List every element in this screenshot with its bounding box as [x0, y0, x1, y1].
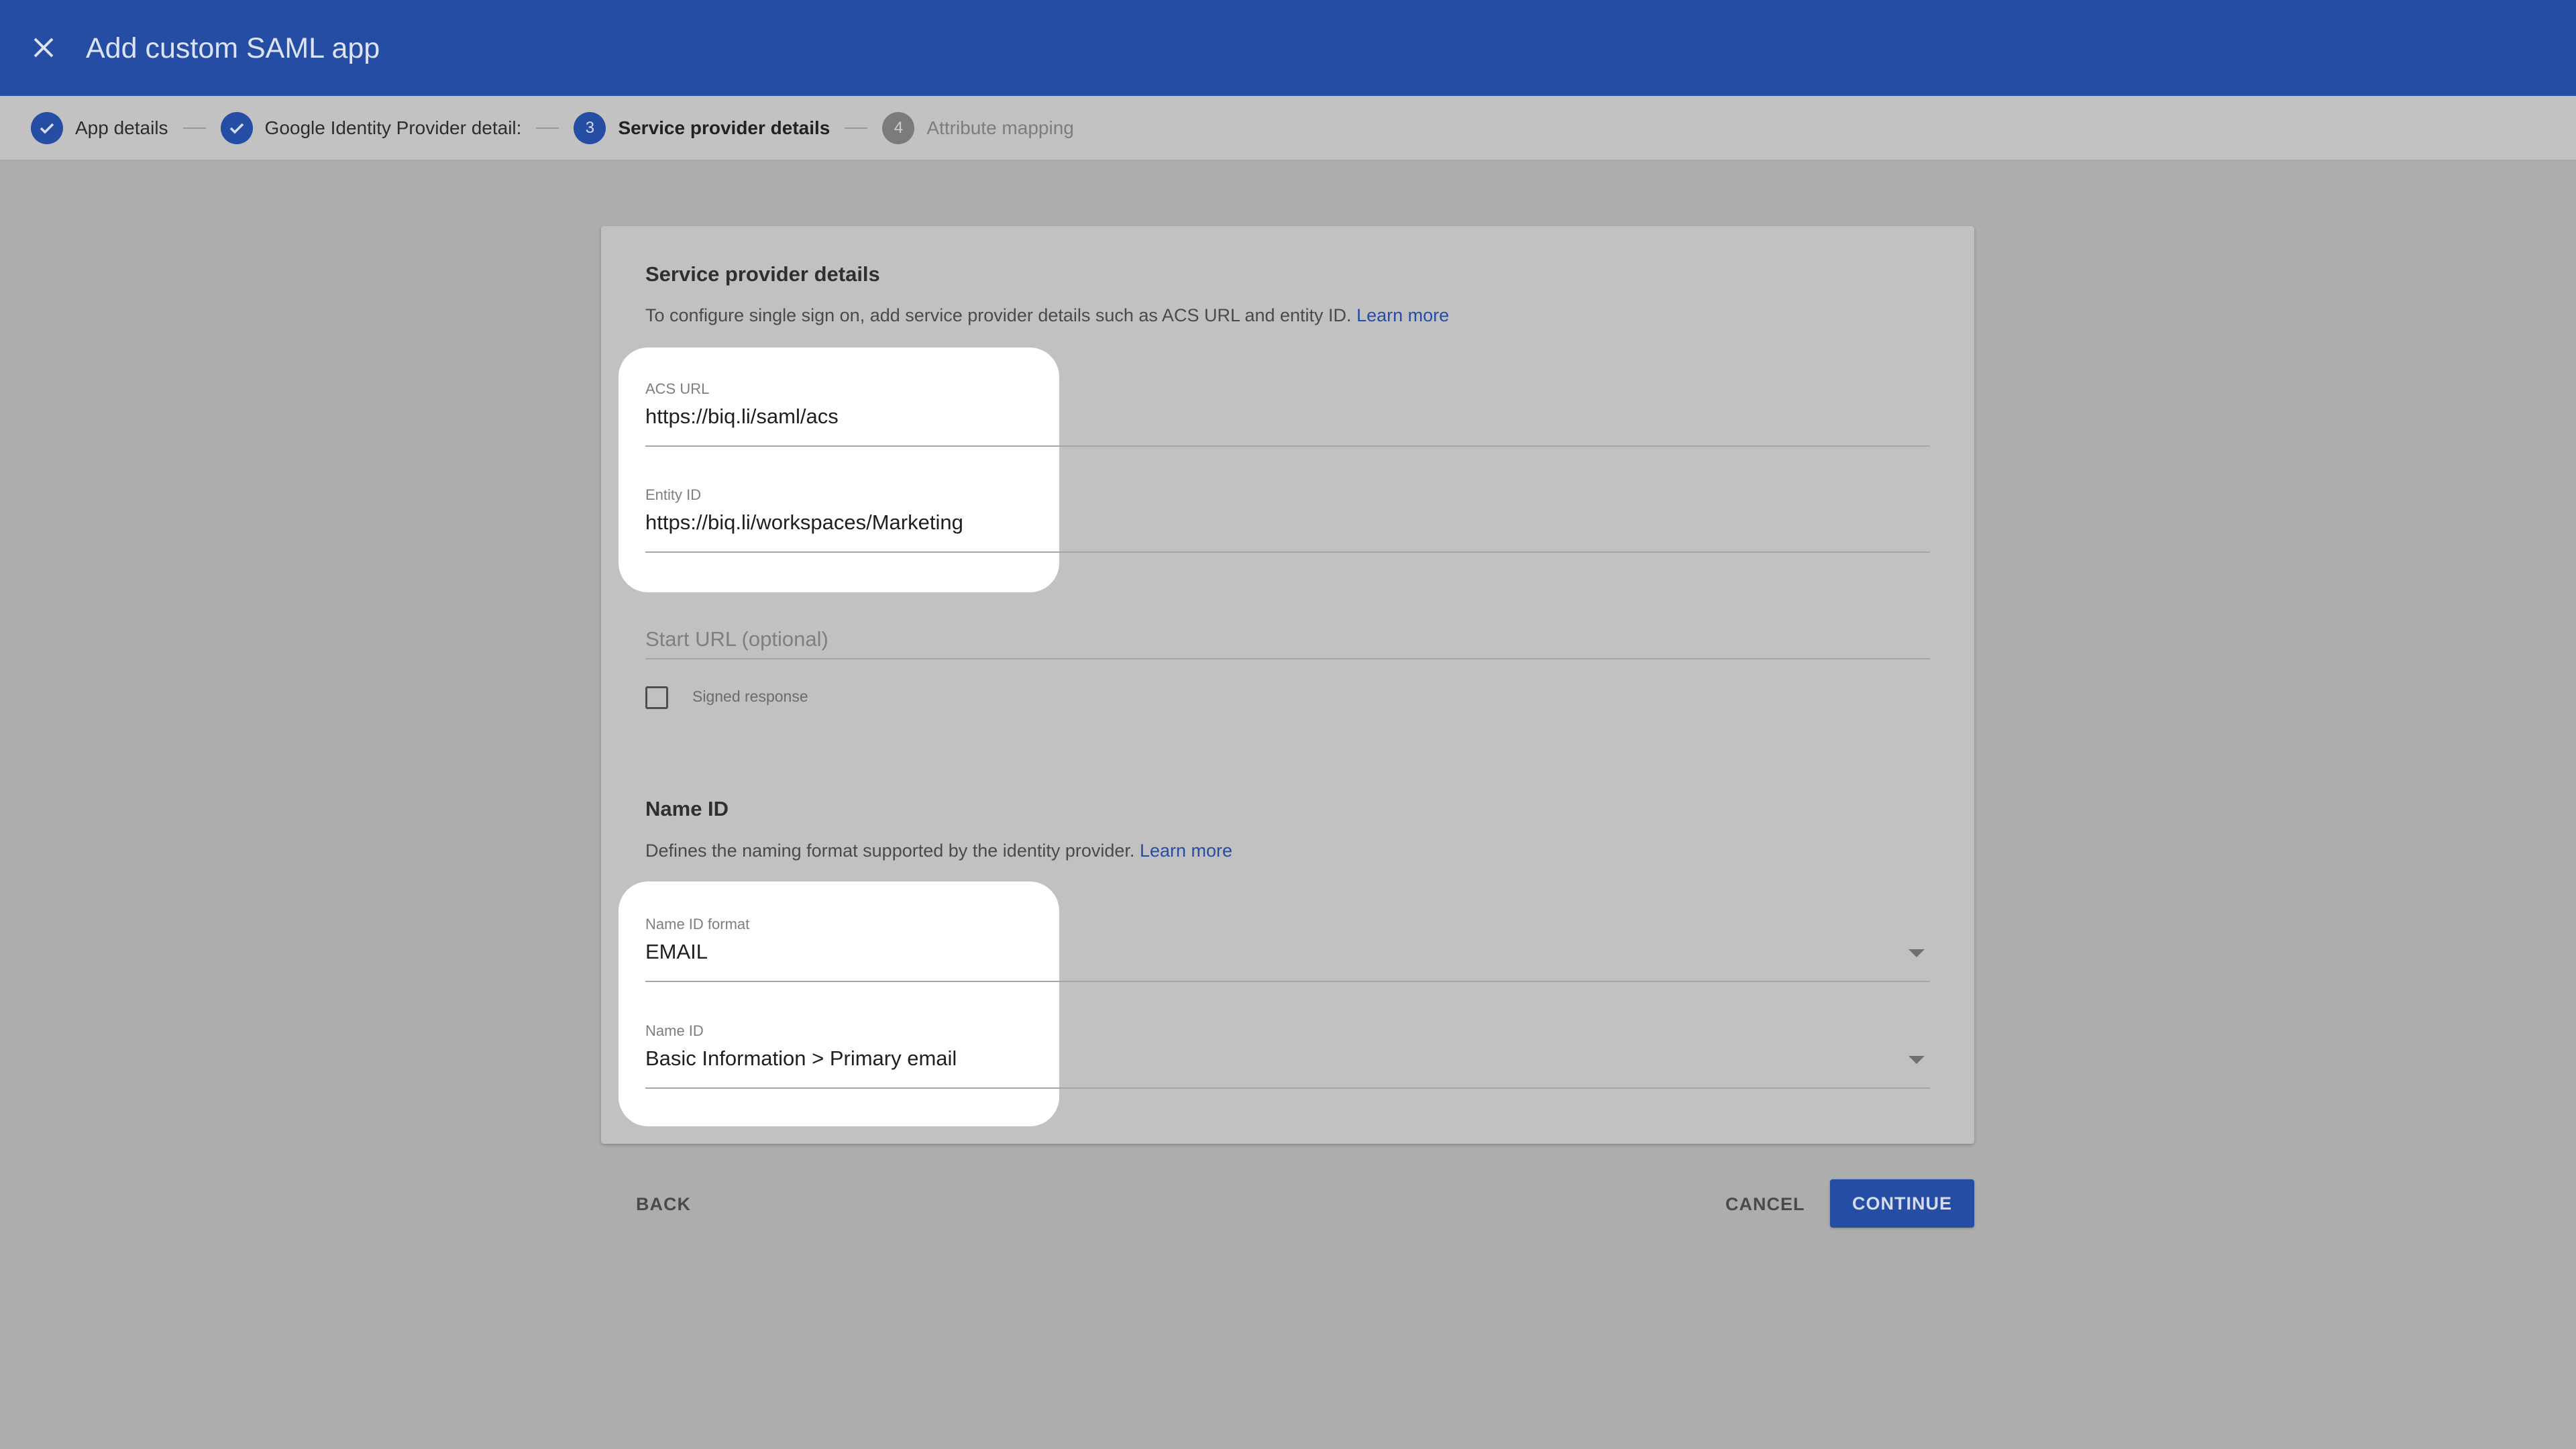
start-url-field[interactable]: Start URL (optional) — [645, 627, 1930, 661]
step-label: Google Identity Provider detail: — [264, 117, 522, 138]
app-header: Add custom SAML app — [0, 0, 2576, 96]
back-button[interactable]: BACK — [623, 1180, 704, 1228]
entity-id-field[interactable]: Entity ID https://biq.li/workspaces/Mark… — [645, 486, 1930, 556]
section-title-service-provider: Service provider details — [645, 262, 880, 286]
field-underline — [645, 1087, 1930, 1089]
learn-more-link[interactable]: Learn more — [1356, 305, 1449, 325]
step-label: Attribute mapping — [926, 117, 1074, 138]
name-id-format-select[interactable]: Name ID format EMAIL — [645, 916, 1930, 985]
step-separator — [182, 127, 206, 129]
section-description: Defines the naming format supported by t… — [645, 841, 1233, 861]
step-done-circle — [31, 111, 63, 144]
dropdown-arrow-icon[interactable] — [1909, 1056, 1925, 1064]
step-separator — [845, 127, 868, 129]
step-label: Service provider details — [618, 117, 830, 138]
signed-response-checkbox[interactable] — [645, 686, 668, 709]
cancel-button[interactable]: CANCEL — [1712, 1180, 1819, 1228]
step-done-circle — [220, 111, 253, 144]
field-label: ACS URL — [645, 380, 710, 397]
step-service-provider-details[interactable]: 3 Service provider details — [574, 111, 830, 144]
name-id-format-value[interactable]: EMAIL — [645, 940, 708, 964]
step-attribute-mapping[interactable]: 4 Attribute mapping — [882, 111, 1074, 144]
signed-response-label: Signed response — [692, 688, 808, 705]
continue-button[interactable]: CONTINUE — [1830, 1179, 1974, 1228]
name-id-value[interactable]: Basic Information > Primary email — [645, 1046, 957, 1071]
field-label: Entity ID — [645, 486, 702, 503]
close-icon — [34, 38, 54, 58]
close-button[interactable] — [27, 31, 60, 64]
step-number-circle: 3 — [574, 111, 606, 144]
start-url-input[interactable]: Start URL (optional) — [645, 627, 828, 651]
section-title-name-id: Name ID — [645, 797, 729, 820]
stepper: App details Google Identity Provider det… — [0, 96, 2576, 161]
field-underline — [645, 551, 1930, 553]
entity-id-input[interactable]: https://biq.li/workspaces/Marketing — [645, 511, 963, 535]
acs-url-field[interactable]: ACS URL https://biq.li/saml/acs — [645, 380, 1930, 450]
service-provider-card: Service provider details To configure si… — [601, 226, 1974, 1144]
field-label: Name ID — [645, 1022, 704, 1039]
page-title: Add custom SAML app — [86, 32, 380, 64]
field-underline — [645, 658, 1930, 659]
dropdown-arrow-icon[interactable] — [1909, 949, 1925, 957]
field-underline — [645, 445, 1930, 447]
field-underline — [645, 981, 1930, 982]
learn-more-link[interactable]: Learn more — [1140, 841, 1232, 861]
name-id-select[interactable]: Name ID Basic Information > Primary emai… — [645, 1022, 1930, 1092]
check-icon — [229, 123, 244, 133]
check-icon — [40, 123, 54, 133]
field-label: Name ID format — [645, 916, 750, 932]
step-app-details[interactable]: App details — [31, 111, 168, 144]
step-google-idp-details[interactable]: Google Identity Provider detail: — [220, 111, 522, 144]
step-separator — [536, 127, 559, 129]
section-description: To configure single sign on, add service… — [645, 305, 1450, 325]
acs-url-input[interactable]: https://biq.li/saml/acs — [645, 405, 839, 429]
step-number-circle: 4 — [882, 111, 915, 144]
step-label: App details — [75, 117, 168, 138]
